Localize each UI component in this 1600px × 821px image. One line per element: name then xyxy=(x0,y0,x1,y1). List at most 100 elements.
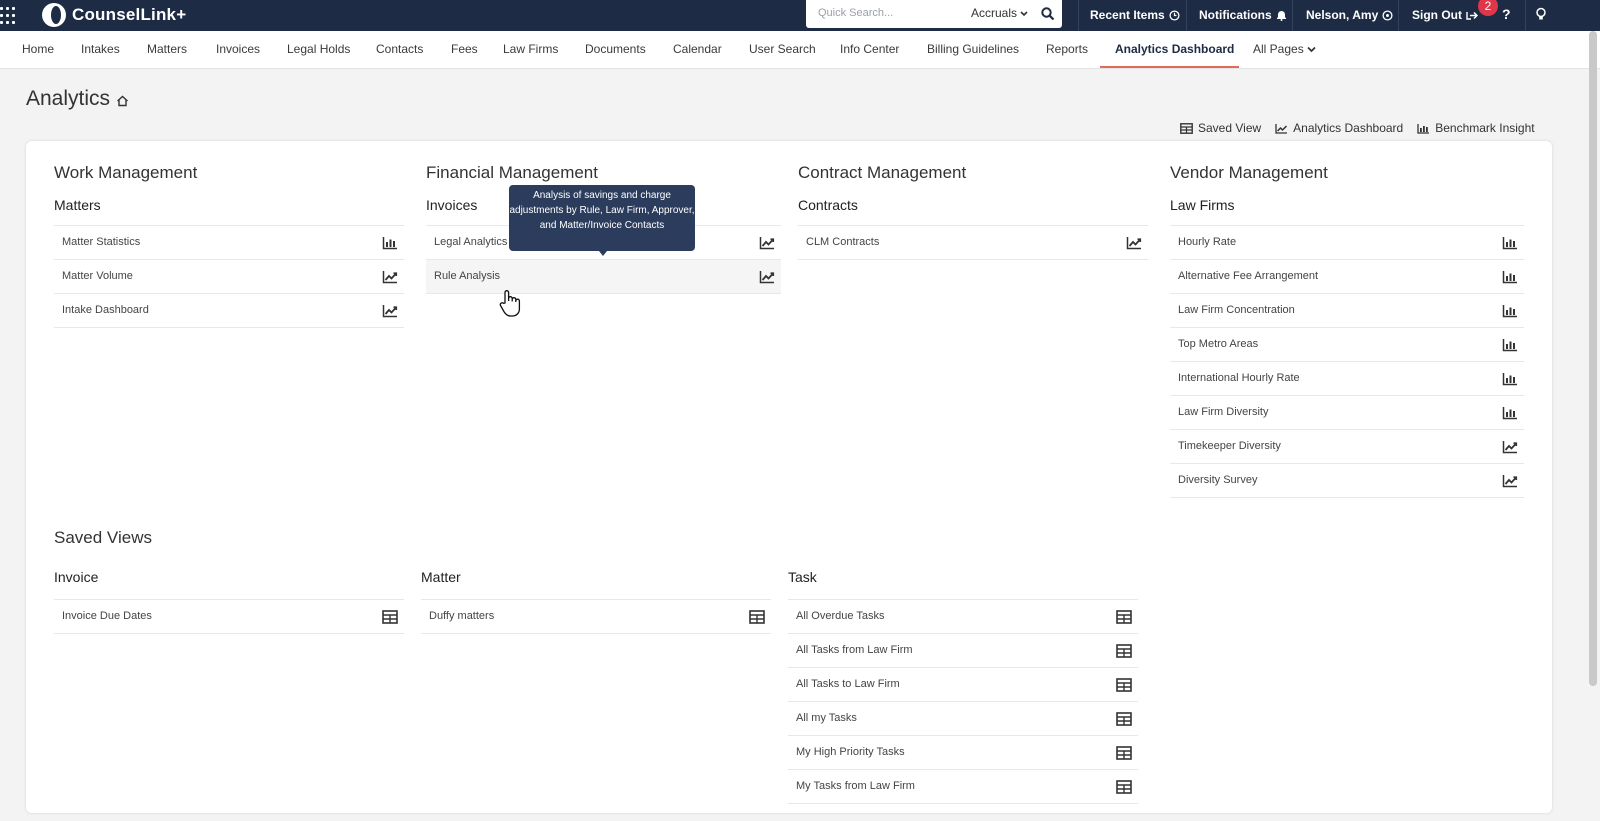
search-input[interactable]: Quick Search... xyxy=(818,7,893,19)
report-link-clm-contracts[interactable]: CLM Contracts xyxy=(798,226,1148,260)
nav-intakes[interactable]: Intakes xyxy=(81,42,120,56)
nav-user-search[interactable]: User Search xyxy=(749,42,816,56)
trend-chart-icon[interactable] xyxy=(759,270,775,284)
search-icon[interactable] xyxy=(1040,6,1056,22)
user-menu-button[interactable]: Nelson, Amy xyxy=(1306,8,1393,22)
help-button[interactable]: ? xyxy=(1502,6,1511,22)
nav-all-pages[interactable]: All Pages xyxy=(1253,42,1316,56)
report-link-label: Law Firm Diversity xyxy=(1178,406,1269,418)
report-link-law-firm-diversity[interactable]: Law Firm Diversity xyxy=(1170,396,1524,430)
analytics-dashboard-link[interactable]: Analytics Dashboard xyxy=(1275,121,1403,135)
report-link-label: Diversity Survey xyxy=(1178,474,1258,486)
apps-grid-icon[interactable] xyxy=(0,5,16,25)
table-icon[interactable] xyxy=(1116,610,1132,624)
saved-view-label: Saved View xyxy=(1198,121,1262,135)
nav-billing-guidelines[interactable]: Billing Guidelines xyxy=(927,42,1019,56)
nav-law-firms[interactable]: Law Firms xyxy=(503,42,558,56)
bar-chart-icon[interactable] xyxy=(1502,372,1518,386)
trend-chart-icon[interactable] xyxy=(759,236,775,250)
table-icon[interactable] xyxy=(382,610,398,624)
bar-chart-icon[interactable] xyxy=(1502,338,1518,352)
report-link-invoice-due-dates[interactable]: Invoice Due Dates xyxy=(54,600,404,634)
report-link-all-tasks-to-law-firm[interactable]: All Tasks to Law Firm xyxy=(788,668,1138,702)
report-link-label: Legal Analytics xyxy=(434,236,508,248)
report-link-label: Alternative Fee Arrangement xyxy=(1178,270,1319,282)
bar-chart-icon[interactable] xyxy=(1502,304,1518,318)
saved-view-link[interactable]: Saved View xyxy=(1180,121,1261,135)
top-bar: CounselLink+ Quick Search... Accruals Re… xyxy=(0,0,1600,31)
contract-management-list: CLM Contracts xyxy=(798,225,1148,260)
table-icon[interactable] xyxy=(749,610,765,624)
bar-chart-icon[interactable] xyxy=(1502,406,1518,420)
nav-matters[interactable]: Matters xyxy=(147,42,187,56)
report-link-label: My High Priority Tasks xyxy=(796,746,905,758)
nav-invoices[interactable]: Invoices xyxy=(216,42,260,56)
report-link-label: International Hourly Rate xyxy=(1178,372,1300,384)
page-title-text: Analytics xyxy=(26,87,111,110)
table-icon[interactable] xyxy=(1116,644,1132,658)
app-logo[interactable]: CounselLink+ xyxy=(42,3,186,27)
lightbulb-icon[interactable] xyxy=(1535,7,1547,22)
chevron-down-icon xyxy=(1307,46,1316,53)
report-link-all-overdue-tasks[interactable]: All Overdue Tasks xyxy=(788,600,1138,634)
bar-chart-icon[interactable] xyxy=(1502,270,1518,284)
report-link-law-firm-concentration[interactable]: Law Firm Concentration xyxy=(1170,294,1524,328)
nav-home[interactable]: Home xyxy=(22,42,54,56)
notifications-button[interactable]: Notifications xyxy=(1199,8,1287,22)
quick-search[interactable]: Quick Search... Accruals xyxy=(806,0,1062,28)
table-icon[interactable] xyxy=(1116,780,1132,794)
report-link-label: Duffy matters xyxy=(429,610,495,622)
divider xyxy=(1292,0,1293,31)
nav-calendar[interactable]: Calendar xyxy=(673,42,722,56)
report-link-international-hourly-rate[interactable]: International Hourly Rate xyxy=(1170,362,1524,396)
saved-views-title: Saved Views xyxy=(54,528,152,547)
report-link-alternative-fee-arrangement[interactable]: Alternative Fee Arrangement xyxy=(1170,260,1524,294)
trend-chart-icon[interactable] xyxy=(1126,236,1142,250)
table-icon[interactable] xyxy=(1116,712,1132,726)
saved-task-list: All Overdue Tasks All Tasks from Law Firm… xyxy=(788,599,1138,804)
table-icon[interactable] xyxy=(1116,678,1132,692)
nav-legal-holds[interactable]: Legal Holds xyxy=(287,42,350,56)
nav-analytics-dashboard[interactable]: Analytics Dashboard xyxy=(1115,42,1234,56)
nav-fees[interactable]: Fees xyxy=(451,42,478,56)
trend-chart-icon[interactable] xyxy=(382,270,398,284)
table-icon[interactable] xyxy=(1116,746,1132,760)
recent-items-label: Recent Items xyxy=(1090,8,1165,22)
bar-chart-icon[interactable] xyxy=(382,236,398,250)
trend-chart-icon xyxy=(1275,123,1288,134)
home-icon[interactable] xyxy=(116,95,129,107)
nav-reports[interactable]: Reports xyxy=(1046,42,1088,56)
report-link-intake-dashboard[interactable]: Intake Dashboard xyxy=(54,294,404,328)
report-link-label: My Tasks from Law Firm xyxy=(796,780,915,792)
page-title: Analytics xyxy=(26,87,129,111)
report-link-matter-statistics[interactable]: Matter Statistics xyxy=(54,226,404,260)
report-link-label: Timekeeper Diversity xyxy=(1178,440,1281,452)
sign-out-icon xyxy=(1466,11,1478,20)
report-link-timekeeper-diversity[interactable]: Timekeeper Diversity xyxy=(1170,430,1524,464)
page-scrollbar[interactable] xyxy=(1589,31,1597,686)
report-link-label: Matter Volume xyxy=(62,270,133,282)
report-link-rule-analysis[interactable]: Rule Analysis xyxy=(426,260,781,294)
report-link-my-high-priority-tasks[interactable]: My High Priority Tasks xyxy=(788,736,1138,770)
report-link-label: Intake Dashboard xyxy=(62,304,149,316)
report-link-top-metro-areas[interactable]: Top Metro Areas xyxy=(1170,328,1524,362)
nav-documents[interactable]: Documents xyxy=(585,42,646,56)
nav-info-center[interactable]: Info Center xyxy=(840,42,899,56)
report-link-my-tasks-from-law-firm[interactable]: My Tasks from Law Firm xyxy=(788,770,1138,804)
benchmark-insight-link[interactable]: Benchmark Insight xyxy=(1417,121,1535,135)
report-link-all-tasks-from-law-firm[interactable]: All Tasks from Law Firm xyxy=(788,634,1138,668)
nav-contacts[interactable]: Contacts xyxy=(376,42,423,56)
trend-chart-icon[interactable] xyxy=(382,304,398,318)
report-link-duffy-matters[interactable]: Duffy matters xyxy=(421,600,771,634)
recent-items-button[interactable]: Recent Items xyxy=(1090,8,1180,22)
report-link-all-my-tasks[interactable]: All my Tasks xyxy=(788,702,1138,736)
trend-chart-icon[interactable] xyxy=(1502,440,1518,454)
bar-chart-icon[interactable] xyxy=(1502,236,1518,250)
sign-out-button[interactable]: Sign Out xyxy=(1412,8,1478,22)
search-scope-dropdown[interactable]: Accruals xyxy=(971,6,1028,20)
tooltip-arrow xyxy=(599,251,607,256)
report-link-diversity-survey[interactable]: Diversity Survey xyxy=(1170,464,1524,498)
trend-chart-icon[interactable] xyxy=(1502,474,1518,488)
report-link-matter-volume[interactable]: Matter Volume xyxy=(54,260,404,294)
report-link-hourly-rate[interactable]: Hourly Rate xyxy=(1170,226,1524,260)
